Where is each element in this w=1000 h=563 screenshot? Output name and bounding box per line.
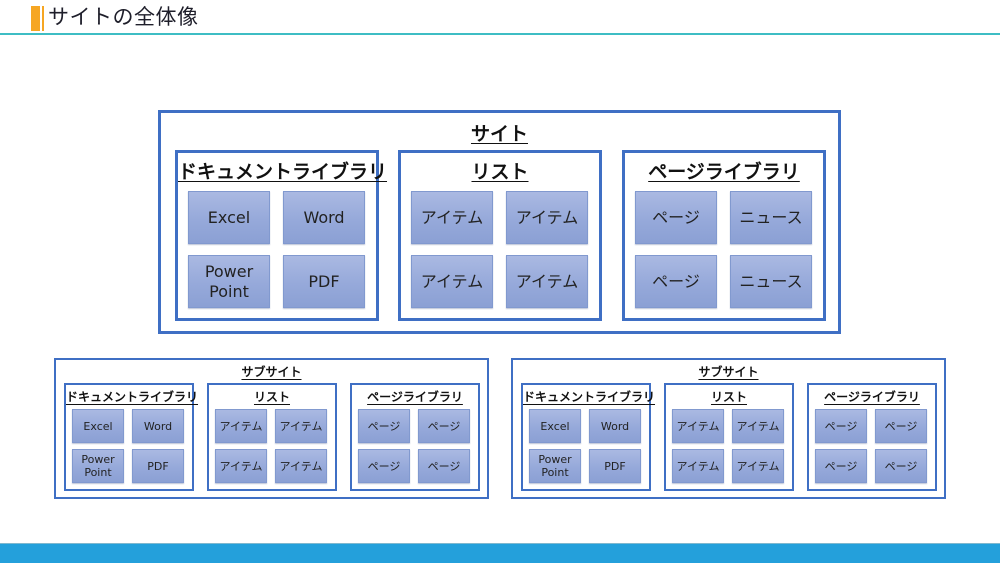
page-library-box: ページライブラリ ページ ページ ページ ページ (807, 383, 937, 491)
item-tile: アイテム (672, 449, 724, 483)
item-tile: PDF (283, 255, 365, 308)
item-tile: Word (283, 191, 365, 244)
item-tile: アイテム (732, 409, 784, 443)
slide-header: サイトの全体像 (0, 0, 1000, 36)
document-library-box: ドキュメントライブラリ Excel Word Power Point PDF (175, 150, 388, 321)
page-library-box: ページライブラリ ページ ページ ページ ページ (350, 383, 480, 491)
item-tile: ニュース (730, 255, 812, 308)
item-tile: ページ (418, 449, 470, 483)
item-tile: アイテム (506, 255, 588, 308)
list-box: リスト アイテム アイテム アイテム アイテム (207, 383, 337, 491)
library-title: リスト (471, 161, 529, 183)
item-tile: アイテム (275, 409, 327, 443)
item-tile: ページ (358, 409, 410, 443)
library-title: ドキュメントライブラリ (523, 390, 656, 404)
subsite-title: サブサイト (241, 365, 302, 379)
library-title: ページライブラリ (824, 390, 920, 404)
subsite-box: サブサイト ドキュメントライブラリ Excel Word Power Point … (511, 358, 946, 499)
list-box: リスト アイテム アイテム アイテム アイテム (398, 150, 602, 321)
site-box: サイト ドキュメントライブラリ Excel Word Power Point PD… (158, 110, 841, 334)
title-accent-bar (31, 6, 40, 31)
item-tile: Power Point (72, 449, 124, 483)
item-tile: ページ (875, 409, 927, 443)
item-tile: Excel (529, 409, 581, 443)
item-tile: アイテム (506, 191, 588, 244)
item-tile: Excel (188, 191, 270, 244)
library-title: リスト (253, 390, 290, 404)
footer-bar (0, 543, 1000, 563)
item-tile: ニュース (730, 191, 812, 244)
item-tile: Excel (72, 409, 124, 443)
item-tile: ページ (418, 409, 470, 443)
item-tile: ページ (875, 449, 927, 483)
item-tile: PDF (589, 449, 641, 483)
item-tile: ページ (358, 449, 410, 483)
site-title: サイト (470, 123, 528, 145)
header-divider (0, 33, 1000, 35)
library-title: ページライブラリ (648, 161, 800, 183)
item-tile: ページ (635, 255, 717, 308)
list-box: リスト アイテム アイテム アイテム アイテム (664, 383, 794, 491)
subsite-title: サブサイト (698, 365, 759, 379)
item-tile: アイテム (411, 255, 493, 308)
subsite-box: サブサイト ドキュメントライブラリ Excel Word Power Point … (54, 358, 489, 499)
item-tile: アイテム (215, 449, 267, 483)
item-tile: Word (589, 409, 641, 443)
item-tile: ページ (815, 409, 867, 443)
title-accent-bar-thin (42, 6, 44, 31)
item-tile: ページ (635, 191, 717, 244)
item-tile: アイテム (215, 409, 267, 443)
document-library-box: ドキュメントライブラリ Excel Word Power Point PDF (64, 383, 199, 491)
item-tile: ページ (815, 449, 867, 483)
item-tile: Power Point (188, 255, 270, 308)
slide-title: サイトの全体像 (48, 5, 199, 29)
library-title: リスト (710, 390, 747, 404)
item-tile: Power Point (529, 449, 581, 483)
library-title: ドキュメントライブラリ (66, 390, 199, 404)
item-tile: アイテム (672, 409, 724, 443)
library-title: ドキュメントライブラリ (178, 161, 388, 183)
item-tile: PDF (132, 449, 184, 483)
library-title: ページライブラリ (367, 390, 463, 404)
item-tile: アイテム (275, 449, 327, 483)
page-library-box: ページライブラリ ページ ニュース ページ ニュース (622, 150, 826, 321)
document-library-box: ドキュメントライブラリ Excel Word Power Point PDF (521, 383, 656, 491)
item-tile: アイテム (732, 449, 784, 483)
item-tile: アイテム (411, 191, 493, 244)
item-tile: Word (132, 409, 184, 443)
